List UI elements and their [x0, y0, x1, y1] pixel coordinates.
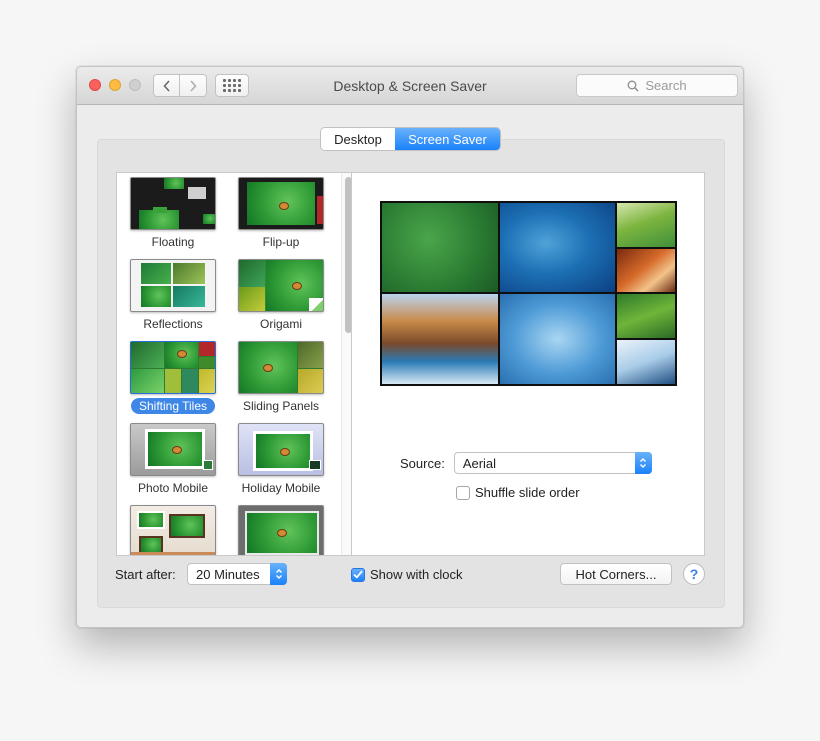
shifting-tiles-label: Shifting Tiles: [130, 398, 216, 414]
source-row: Source: Aerial: [400, 452, 652, 474]
checkmark-icon: [353, 570, 363, 579]
list-item-holiday-mobile[interactable]: Holiday Mobile: [231, 423, 331, 496]
popup-arrows-icon: [270, 563, 287, 585]
list-item-sliding-panels[interactable]: Sliding Panels: [231, 341, 331, 414]
preview-pane: Source: Aerial Shuffle slide order: [352, 172, 705, 556]
reflections-label: Reflections: [143, 317, 203, 331]
help-button[interactable]: ?: [683, 563, 705, 585]
source-value: Aerial: [462, 455, 497, 471]
show-clock-checkbox-box[interactable]: [351, 567, 365, 582]
sliding-panels-label: Sliding Panels: [242, 399, 320, 413]
list-item-flip-up[interactable]: Flip-up: [231, 177, 331, 250]
floating-thumbnail: [130, 177, 216, 230]
origami-label: Origami: [259, 317, 302, 331]
vintage-prints-thumbnail: [130, 505, 216, 555]
shifting-tiles-thumbnail: [130, 341, 216, 394]
search-field[interactable]: Search: [576, 74, 738, 97]
search-icon: [627, 80, 639, 91]
list-item-photo-mobile[interactable]: Photo Mobile: [123, 423, 223, 496]
origami-thumbnail: [238, 259, 324, 312]
holiday-mobile-thumbnail: [238, 423, 324, 476]
list-scrollbar[interactable]: [341, 173, 351, 555]
screen-saver-list[interactable]: Floating Flip-up Reflections Origami Shi…: [116, 172, 352, 556]
preview-tile-green-marsh: [382, 203, 498, 292]
tab-screen-saver[interactable]: Screen Saver: [395, 128, 500, 150]
tab-desktop[interactable]: Desktop: [321, 128, 395, 150]
flip-up-label: Flip-up: [262, 235, 300, 249]
preview-tile-meadow: [617, 203, 675, 247]
show-clock-label: Show with clock: [370, 567, 463, 582]
photo-mobile-label: Photo Mobile: [137, 481, 209, 495]
hot-corners-button[interactable]: Hot Corners...: [560, 563, 672, 585]
list-item-vintage-prints[interactable]: [123, 505, 223, 555]
start-after-label: Start after:: [115, 567, 176, 582]
sliding-panels-thumbnail: [238, 341, 324, 394]
list-item-reflections[interactable]: Reflections: [123, 259, 223, 332]
preview-tile-mountain-lake: [382, 294, 498, 384]
preview-tile-blue-water: [500, 203, 615, 292]
list-item-origami[interactable]: Origami: [231, 259, 331, 332]
holiday-mobile-label: Holiday Mobile: [241, 481, 321, 495]
tab-bar: Desktop Screen Saver: [321, 128, 500, 150]
shuffle-checkbox-box[interactable]: [456, 485, 470, 500]
flip-up-thumbnail: [238, 177, 324, 230]
source-label: Source:: [400, 455, 445, 471]
search-placeholder: Search: [645, 78, 687, 93]
ken-burns-thumbnail: [238, 505, 324, 555]
source-popup[interactable]: Aerial: [453, 452, 652, 474]
list-item-shifting-tiles[interactable]: Shifting Tiles: [123, 341, 223, 414]
start-after-value: 20 Minutes: [196, 566, 260, 582]
preview-tile-snow-river: [617, 340, 675, 384]
shuffle-label: Shuffle slide order: [475, 485, 580, 500]
popup-arrows-icon: [634, 452, 652, 474]
preview-tile-fields: [617, 294, 675, 338]
shuffle-checkbox[interactable]: Shuffle slide order: [456, 485, 580, 500]
show-clock-checkbox[interactable]: Show with clock: [351, 567, 462, 582]
reflections-thumbnail: [130, 259, 216, 312]
preview-tile-red-canyon: [617, 249, 675, 292]
list-item-ken-burns[interactable]: [231, 505, 331, 555]
screen-saver-preview: [380, 201, 677, 386]
start-after-popup[interactable]: 20 Minutes: [187, 563, 287, 585]
scrollbar-thumb[interactable]: [345, 177, 351, 333]
photo-mobile-thumbnail: [130, 423, 216, 476]
floating-label: Floating: [151, 235, 195, 249]
preview-tile-ice-water: [500, 294, 615, 384]
title-bar: Desktop & Screen Saver Search: [77, 67, 743, 105]
list-item-floating[interactable]: Floating: [123, 177, 223, 250]
